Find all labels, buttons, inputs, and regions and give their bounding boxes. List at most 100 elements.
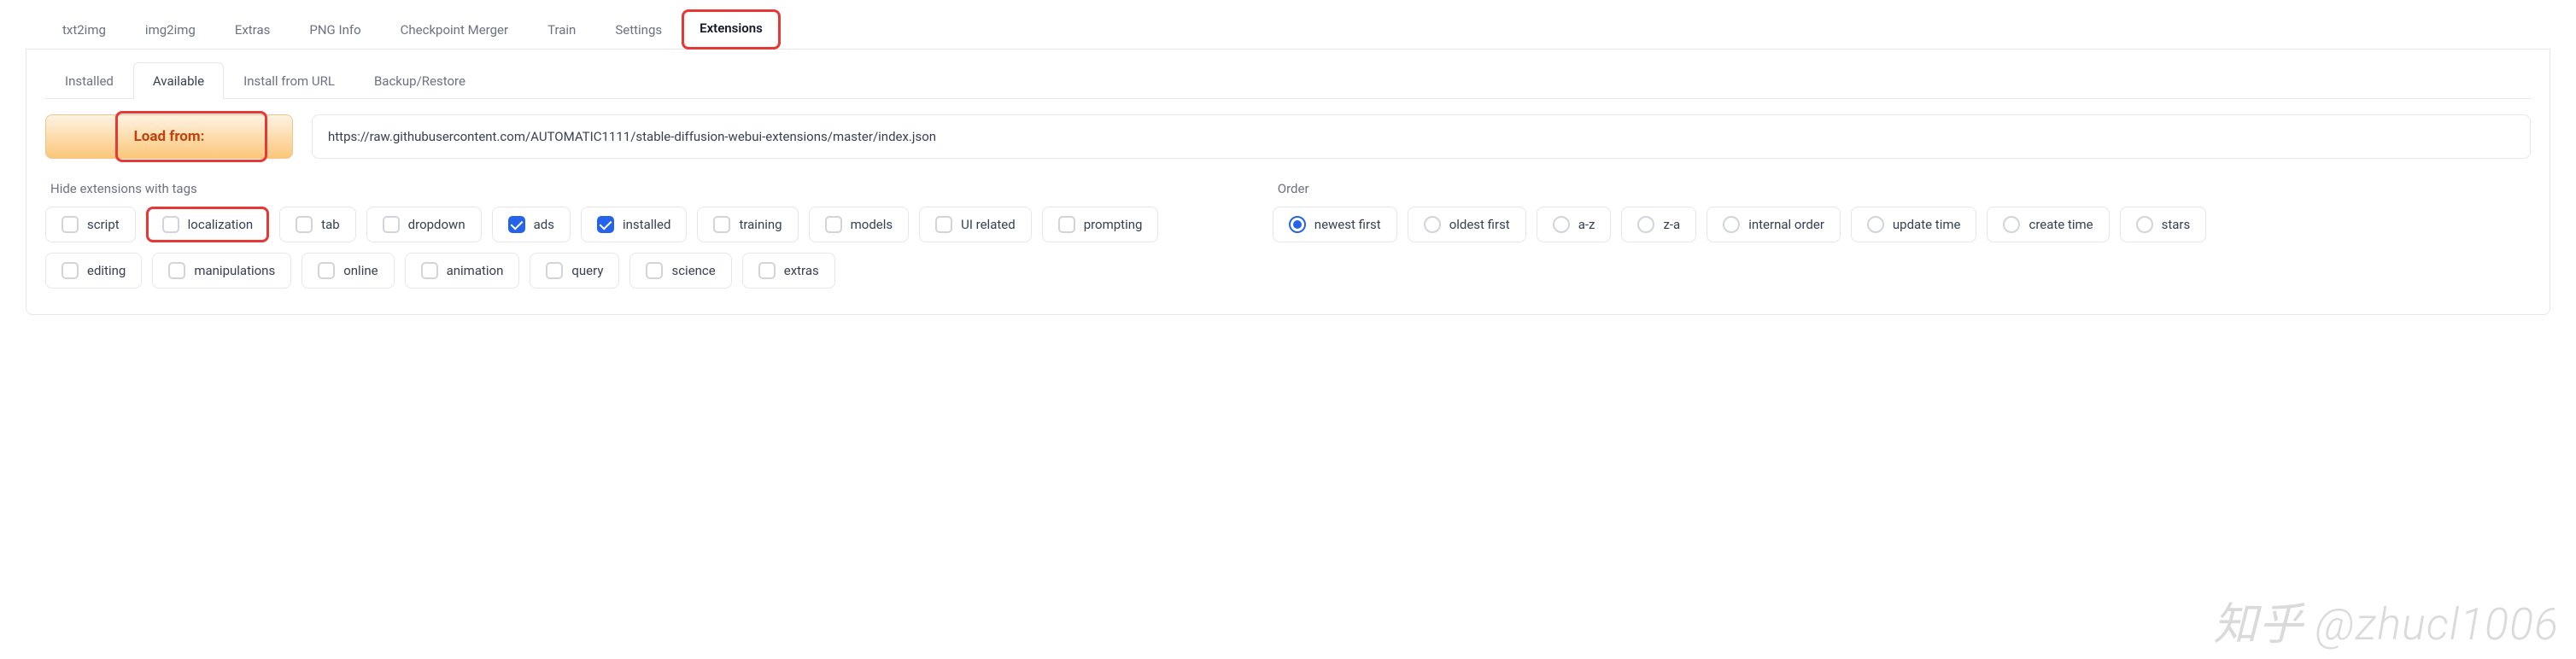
order-chip-newest-first[interactable]: newest first <box>1273 207 1397 242</box>
tab-label: img2img <box>145 22 196 38</box>
sub-tab-label: Backup/Restore <box>374 73 465 89</box>
chip-label: installed <box>623 217 670 232</box>
tag-chip-tab[interactable]: tab <box>279 207 356 242</box>
extensions-panel: Installed Available Install from URL Bac… <box>26 50 2550 315</box>
order-chip-oldest-first[interactable]: oldest first <box>1408 207 1526 242</box>
chip-label: ads <box>534 217 554 232</box>
order-chip-z-a[interactable]: z-a <box>1621 207 1696 242</box>
chip-label: create time <box>2029 217 2093 232</box>
radio-icon <box>2136 216 2153 233</box>
load-button-wrap: Load from: <box>45 114 293 159</box>
sub-tab-install-url[interactable]: Install from URL <box>224 62 354 99</box>
checkbox-icon <box>318 262 335 279</box>
chip-label: oldest first <box>1449 217 1510 232</box>
radio-icon <box>1723 216 1740 233</box>
tab-label: txt2img <box>62 22 106 38</box>
chip-label: localization <box>188 217 254 232</box>
chip-label: training <box>739 217 782 232</box>
checkbox-icon <box>421 262 438 279</box>
sub-tab-installed[interactable]: Installed <box>45 62 133 99</box>
chip-label: science <box>671 263 715 278</box>
chip-label: query <box>571 263 603 278</box>
tag-chip-prompting[interactable]: prompting <box>1042 207 1159 242</box>
tag-chip-online[interactable]: online <box>302 253 394 289</box>
checkbox-icon <box>935 216 952 233</box>
chip-label: newest first <box>1314 217 1381 232</box>
chip-label: dropdown <box>408 217 465 232</box>
chip-label: tab <box>321 217 340 232</box>
tab-txt2img[interactable]: txt2img <box>43 9 126 50</box>
chip-label: stars <box>2162 217 2191 232</box>
tag-chip-animation[interactable]: animation <box>405 253 520 289</box>
sub-tab-available[interactable]: Available <box>133 62 224 99</box>
order-label: Order <box>1273 181 2466 196</box>
chip-label: manipulations <box>194 263 275 278</box>
radio-icon <box>1424 216 1441 233</box>
checkbox-icon <box>61 262 79 279</box>
tag-chip-ads[interactable]: ads <box>492 207 571 242</box>
tag-chip-dropdown[interactable]: dropdown <box>366 207 482 242</box>
tab-label: Checkpoint Merger <box>401 22 508 38</box>
sub-tab-label: Available <box>153 73 204 89</box>
top-tab-bar: txt2img img2img Extras PNG Info Checkpoi… <box>26 9 2550 50</box>
checkbox-icon <box>508 216 525 233</box>
tab-extras[interactable]: Extras <box>215 9 290 50</box>
chip-label: script <box>87 217 120 232</box>
tag-chip-science[interactable]: science <box>629 253 731 289</box>
tab-extensions[interactable]: Extensions <box>682 9 781 50</box>
radio-icon <box>1637 216 1654 233</box>
checkbox-icon <box>758 262 776 279</box>
chip-label: editing <box>87 263 126 278</box>
tab-img2img[interactable]: img2img <box>126 9 215 50</box>
chip-label: animation <box>447 263 504 278</box>
url-value: https://raw.githubusercontent.com/AUTOMA… <box>328 129 936 144</box>
tag-chip-training[interactable]: training <box>697 207 798 242</box>
tab-label: Settings <box>615 22 662 38</box>
tag-chip-localization[interactable]: localization <box>146 207 270 242</box>
tag-chip-editing[interactable]: editing <box>45 253 142 289</box>
tag-chip-UI-related[interactable]: UI related <box>919 207 1032 242</box>
tab-pnginfo[interactable]: PNG Info <box>290 9 380 50</box>
tab-checkpoint-merger[interactable]: Checkpoint Merger <box>381 9 528 50</box>
tag-chip-models[interactable]: models <box>809 207 910 242</box>
load-row: Load from: https://raw.githubusercontent… <box>45 114 2531 159</box>
tag-chip-installed[interactable]: installed <box>581 207 687 242</box>
tab-label: Extras <box>235 22 271 38</box>
tag-chip-query[interactable]: query <box>530 253 619 289</box>
chip-label: a-z <box>1578 217 1595 232</box>
chip-label: UI related <box>961 217 1016 232</box>
chip-label: internal order <box>1748 217 1824 232</box>
checkbox-icon <box>162 216 179 233</box>
order-chip-internal-order[interactable]: internal order <box>1707 207 1841 242</box>
checkbox-icon <box>61 216 79 233</box>
load-from-button[interactable]: Load from: <box>45 114 293 159</box>
tag-chip-manipulations[interactable]: manipulations <box>152 253 291 289</box>
chip-label: prompting <box>1084 217 1143 232</box>
order-chip-a-z[interactable]: a-z <box>1537 207 1612 242</box>
tag-chip-script[interactable]: script <box>45 207 136 242</box>
tag-chip-extras[interactable]: extras <box>742 253 835 289</box>
order-chip-update-time[interactable]: update time <box>1851 207 1977 242</box>
checkbox-icon <box>713 216 730 233</box>
order-chip-list: newest first oldest first a-z z-a internal o… <box>1273 207 2466 242</box>
sub-tab-bar: Installed Available Install from URL Bac… <box>45 61 2531 99</box>
extension-index-url-input[interactable]: https://raw.githubusercontent.com/AUTOMA… <box>312 114 2531 159</box>
tab-train[interactable]: Train <box>528 9 595 50</box>
order-chip-stars[interactable]: stars <box>2120 207 2207 242</box>
tab-settings[interactable]: Settings <box>595 9 682 50</box>
watermark: 知乎 @zhucl1006 <box>2213 588 2559 652</box>
chip-label: update time <box>1893 217 1961 232</box>
tab-label: Train <box>547 22 576 38</box>
checkbox-icon <box>646 262 663 279</box>
order-chip-create-time[interactable]: create time <box>1987 207 2109 242</box>
chip-label: extras <box>784 263 819 278</box>
tag-chip-list: script localization tab dropdown ads installe… <box>45 207 1238 289</box>
checkbox-icon <box>825 216 842 233</box>
sub-tab-label: Installed <box>65 73 114 89</box>
checkbox-icon <box>597 216 614 233</box>
sub-tab-backup-restore[interactable]: Backup/Restore <box>354 62 485 99</box>
chip-label: z-a <box>1663 217 1680 232</box>
chip-label: models <box>851 217 893 232</box>
hide-tags-section: Hide extensions with tags scriptlocaliza… <box>45 181 1238 289</box>
radio-icon <box>1553 216 1570 233</box>
